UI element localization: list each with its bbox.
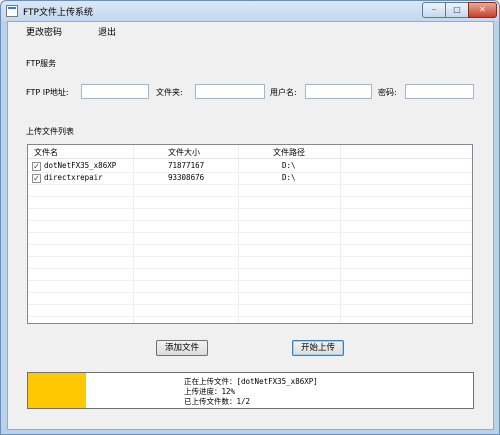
start-upload-button[interactable]: 开始上传 [292, 340, 344, 356]
file-name: dotNetFX35_x86XP [44, 161, 117, 170]
ftp-ip-label: FTP IP地址: [26, 88, 69, 97]
window-title: FTP文件上传系统 [23, 8, 93, 18]
file-list[interactable]: 文件名 文件大小 文件路径 ✓ dotNetFX35_x86XP 7187716… [27, 144, 473, 324]
row-checkbox[interactable]: ✓ [32, 174, 41, 183]
row-divider [28, 256, 472, 257]
row-divider [28, 268, 472, 269]
header-filename[interactable]: 文件名 [34, 147, 58, 158]
list-header: 文件名 文件大小 文件路径 [28, 145, 472, 159]
upload-list-label: 上传文件列表 [26, 127, 74, 136]
row-divider [28, 292, 472, 293]
client-area: 更改密码 退出 FTP服务 FTP IP地址: 文件夹: 用户名: 密码: 上传… [7, 21, 494, 430]
uploaded-count-text: 已上传文件数：1/2 [184, 397, 251, 406]
row-divider [28, 316, 472, 317]
app-icon [6, 5, 18, 17]
progress-bar-fill [28, 373, 86, 408]
minimize-button[interactable]: – [422, 2, 446, 18]
row-checkbox[interactable]: ✓ [32, 162, 41, 171]
password-input[interactable] [405, 84, 474, 99]
username-label: 用户名: [270, 88, 297, 97]
folder-label: 文件夹: [156, 88, 183, 97]
menu-exit[interactable]: 退出 [98, 25, 116, 38]
close-button[interactable]: ✕ [468, 2, 497, 18]
title-bar[interactable]: FTP文件上传系统 – □ ✕ [1, 1, 499, 21]
ftp-section-label: FTP服务 [26, 59, 57, 68]
upload-status-panel: 正在上传文件：[dotNetFX35_x86XP] 上传进度：12% 已上传文件… [27, 372, 474, 409]
row-divider [28, 304, 472, 305]
app-window: FTP文件上传系统 – □ ✕ 更改密码 退出 FTP服务 FTP IP地址: … [0, 0, 500, 435]
ftp-ip-input[interactable] [81, 84, 149, 99]
file-path: D:\ [282, 161, 296, 170]
row-divider [28, 172, 472, 173]
file-path: D:\ [282, 173, 296, 182]
file-size: 93308676 [168, 173, 205, 182]
list-item[interactable]: ✓ directxrepair 93308676 D:\ [28, 173, 472, 184]
row-divider [28, 232, 472, 233]
menu-bar: 更改密码 退出 [8, 22, 493, 40]
folder-input[interactable] [195, 84, 265, 99]
menu-change-password[interactable]: 更改密码 [26, 25, 62, 38]
maximize-button[interactable]: □ [445, 2, 469, 18]
row-divider [28, 208, 472, 209]
list-item[interactable]: ✓ dotNetFX35_x86XP 71877167 D:\ [28, 161, 472, 172]
row-divider [28, 196, 472, 197]
row-divider [28, 184, 472, 185]
header-filesize[interactable]: 文件大小 [168, 147, 200, 158]
password-label: 密码: [378, 88, 397, 97]
username-input[interactable] [305, 84, 372, 99]
header-filepath[interactable]: 文件路径 [273, 147, 305, 158]
row-divider [28, 220, 472, 221]
row-divider [28, 244, 472, 245]
file-name: directxrepair [44, 173, 103, 182]
add-file-button[interactable]: 添加文件 [156, 340, 208, 356]
file-size: 71877167 [168, 161, 205, 170]
row-divider [28, 280, 472, 281]
